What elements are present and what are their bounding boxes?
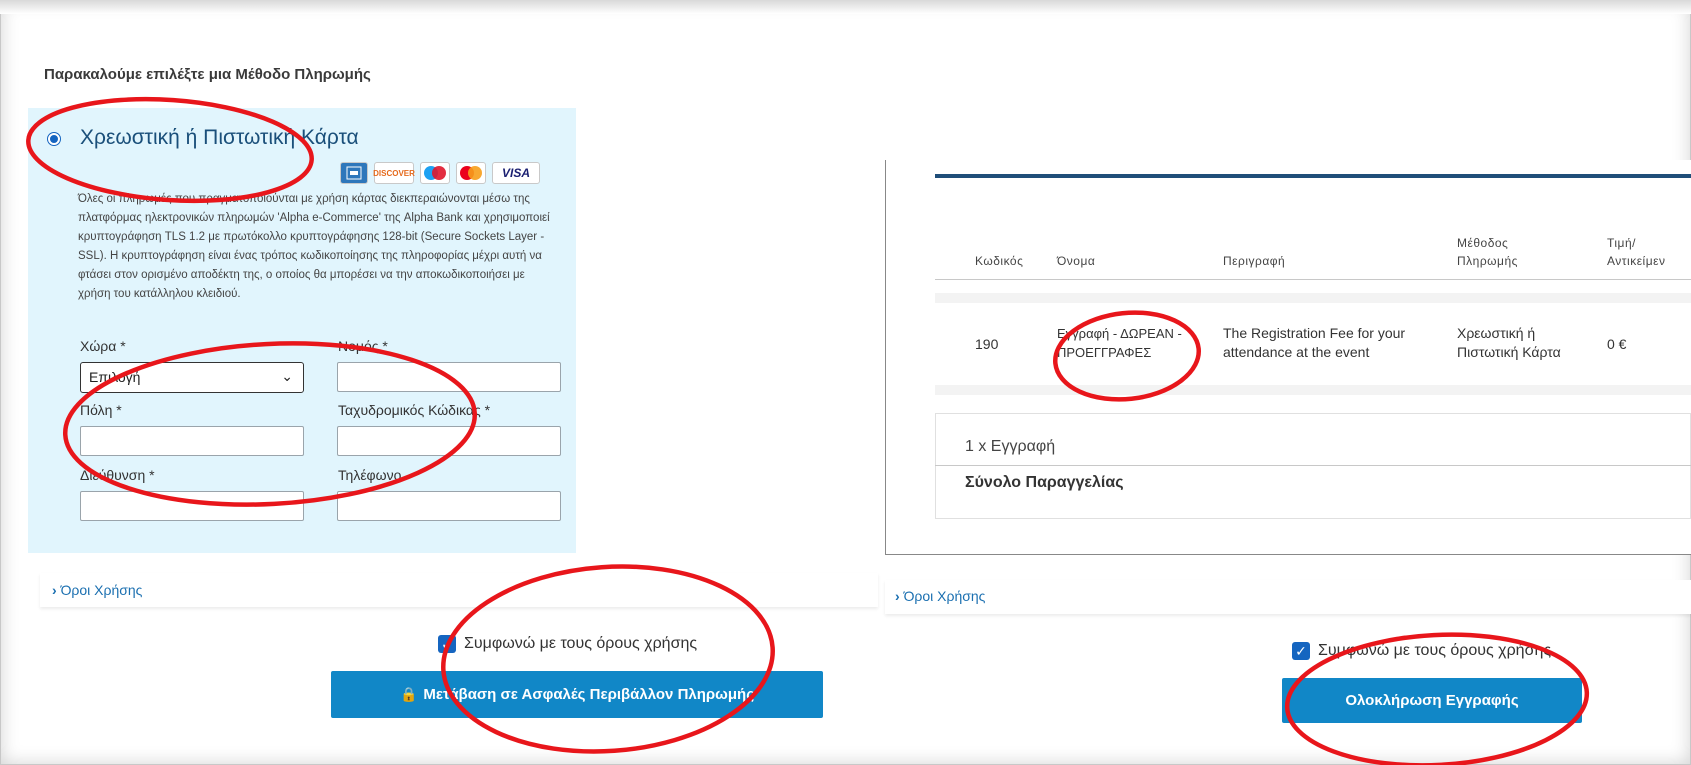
terms-link-left[interactable]: › Όροι Χρήσης: [52, 582, 142, 598]
payment-method-prompt: Παρακαλούμε επιλέξτε μια Μέθοδο Πληρωμής: [44, 66, 371, 83]
complete-registration-button[interactable]: Ολοκλήρωση Εγγραφής: [1282, 678, 1582, 723]
row-spacer: [935, 293, 1691, 303]
totals-divider: [935, 465, 1691, 466]
maestro-icon: [420, 162, 450, 184]
complete-registration-button-label: Ολοκλήρωση Εγγραφής: [1345, 692, 1519, 709]
county-label: Νομός *: [338, 338, 388, 354]
city-input[interactable]: [80, 426, 304, 456]
agree-checkbox-right[interactable]: ✓ Συμφωνώ με τους όρους χρήσης: [1292, 642, 1551, 660]
order-total-label: Σύνολο Παραγγελίας: [965, 474, 1124, 491]
lock-icon: 🔒: [399, 686, 418, 702]
secure-payment-button[interactable]: 🔒 Μετάβαση σε Ασφαλές Περιβάλλον Πληρωμή…: [331, 671, 823, 718]
checkbox-checked-icon: ✓: [1292, 642, 1310, 660]
mastercard-icon: [456, 162, 486, 184]
agree-checkbox-left[interactable]: ✓ Συμφωνώ με τους όρους χρήσης: [438, 635, 697, 653]
agree-label-right: Συμφωνώ με τους όρους χρήσης: [1318, 642, 1552, 659]
order-table-top-rule: [935, 174, 1691, 178]
top-shadow: [0, 0, 1691, 14]
header-description: Περιγραφή: [1223, 254, 1286, 268]
county-input[interactable]: [337, 362, 561, 392]
chevron-right-icon: ›: [52, 582, 57, 598]
header-code: Κωδικός: [975, 254, 1024, 268]
terms-strip-left: [40, 573, 878, 607]
row-spacer-bottom: [935, 385, 1691, 395]
order-totals-box: [935, 413, 1691, 519]
card-logos: DISCOVER VISA: [340, 162, 540, 184]
city-label: Πόλη *: [80, 402, 122, 418]
address-input[interactable]: [80, 491, 304, 521]
postal-code-input[interactable]: [337, 426, 561, 456]
phone-input[interactable]: [337, 491, 561, 521]
country-select[interactable]: Επιλογή ⌄: [80, 362, 304, 393]
row-description: The Registration Fee for your attendance…: [1223, 325, 1406, 360]
discover-icon: DISCOVER: [373, 162, 415, 184]
postal-code-label: Ταχυδρομικός Κώδικας *: [338, 402, 491, 418]
row-price: 0 €: [1607, 336, 1627, 352]
row-name: Εγγραφή - ΔΩΡΕΑΝ - ΠΡΟΕΓΓΡΑΦΕΣ: [1057, 326, 1182, 360]
header-divider: [935, 279, 1691, 280]
chevron-down-icon: ⌄: [281, 368, 293, 384]
order-item-count: 1 x Εγγραφή: [965, 438, 1056, 455]
card-method-radio[interactable]: [48, 133, 60, 145]
payment-description: Όλες οι πληρωμές που πραγματοποιούνται μ…: [78, 193, 550, 300]
header-price: Τιμή/ Αντικείμεν: [1607, 236, 1666, 268]
card-method-title[interactable]: Χρεωστική ή Πιστωτική Κάρτα: [80, 126, 359, 150]
header-name: Όνομα: [1057, 254, 1096, 268]
chevron-right-icon: ›: [895, 588, 900, 604]
address-label: Διεύθυνση *: [80, 467, 155, 483]
terms-link-left-label: Όροι Χρήσης: [60, 582, 143, 598]
checkbox-checked-icon: ✓: [438, 635, 456, 653]
agree-label-left: Συμφωνώ με τους όρους χρήσης: [464, 635, 698, 652]
row-code: 190: [975, 336, 999, 352]
phone-label: Τηλέφωνο: [338, 467, 402, 483]
terms-strip-right: [885, 580, 1691, 614]
country-label: Χώρα *: [80, 338, 126, 354]
header-method: Μέθοδος Πληρωμής: [1457, 236, 1518, 268]
terms-link-right[interactable]: › Όροι Χρήσης: [895, 588, 985, 604]
visa-icon: VISA: [492, 162, 540, 184]
country-select-value: Επιλογή: [89, 369, 141, 385]
terms-link-right-label: Όροι Χρήσης: [903, 588, 986, 604]
row-method: Χρεωστική ή Πιστωτική Κάρτα: [1457, 325, 1561, 360]
secure-payment-button-label: Μετάβαση σε Ασφαλές Περιβάλλον Πληρωμής: [423, 686, 754, 703]
amex-icon: [340, 162, 368, 184]
